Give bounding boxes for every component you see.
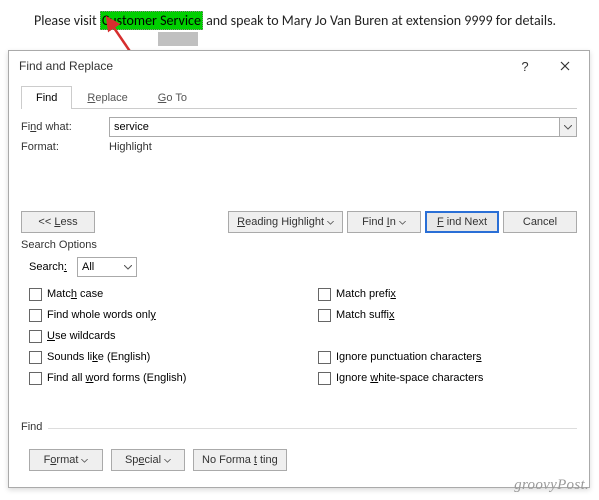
ignore-white-option: Ignore white-space characters — [318, 369, 577, 387]
cancel-button[interactable]: Cancel — [503, 211, 577, 233]
doc-before: Please visit — [34, 12, 97, 29]
sounds-like-checkbox[interactable] — [29, 351, 42, 364]
dialog-title: Find and Replace — [19, 59, 505, 73]
all-forms-checkbox[interactable] — [29, 372, 42, 385]
tab-find[interactable]: Find — [21, 86, 72, 109]
dialog-titlebar: Find and Replace ? — [9, 51, 589, 81]
ignore-punct-option: Ignore punctuation characters — [318, 348, 577, 366]
find-what-label: Find what: — [21, 121, 109, 133]
special-button[interactable]: Special — [111, 449, 185, 471]
reading-highlight-button[interactable]: Reading Highlight — [228, 211, 343, 233]
sounds-like-option: Sounds like (English) — [29, 348, 288, 366]
find-what-combo — [109, 117, 577, 137]
doc-after: and speak to Mary Jo Van Buren at extens… — [203, 12, 556, 29]
search-options-title: Search Options — [21, 239, 577, 251]
match-suffix-option: Match suffix — [318, 306, 577, 324]
find-what-dropdown[interactable] — [559, 117, 577, 137]
tab-goto[interactable]: Go To — [143, 86, 202, 109]
close-icon — [560, 61, 570, 71]
find-what-input[interactable] — [109, 117, 559, 137]
spacer-row — [318, 327, 577, 345]
format-row: Format: Highlight — [21, 141, 577, 153]
find-in-button[interactable]: Find In — [347, 211, 421, 233]
chevron-down-icon — [164, 459, 171, 463]
tab-replace[interactable]: Replace — [72, 86, 142, 109]
find-section: Find Format Special No Formatting — [21, 428, 577, 471]
help-button[interactable]: ? — [505, 52, 545, 80]
chevron-down-icon — [327, 221, 334, 225]
search-direction-select[interactable]: All — [77, 257, 137, 277]
format-button[interactable]: Format — [29, 449, 103, 471]
chevron-down-icon — [124, 265, 132, 270]
match-prefix-checkbox[interactable] — [318, 288, 331, 301]
doc-highlighted: Customer Service — [100, 11, 203, 30]
chevron-down-icon — [399, 221, 406, 225]
wildcards-label: Use wildcards — [47, 330, 115, 342]
match-case-label: Match case — [47, 288, 103, 300]
match-case-checkbox[interactable] — [29, 288, 42, 301]
format-value: Highlight — [109, 141, 152, 153]
match-suffix-label: Match suffix — [336, 309, 395, 321]
search-direction-value: All — [82, 261, 120, 273]
tab-strip: Find Replace Go To — [21, 85, 577, 109]
whole-words-checkbox[interactable] — [29, 309, 42, 322]
format-label: Format: — [21, 141, 109, 153]
match-suffix-checkbox[interactable] — [318, 309, 331, 322]
wildcards-checkbox[interactable] — [29, 330, 42, 343]
ignore-punct-label: Ignore punctuation characters — [336, 351, 482, 363]
find-section-buttons: Format Special No Formatting — [29, 449, 577, 471]
whole-words-option: Find whole words only — [29, 306, 288, 324]
ignore-white-label: Ignore white-space characters — [336, 372, 483, 384]
wildcards-option: Use wildcards — [29, 327, 288, 345]
sounds-like-label: Sounds like (English) — [47, 351, 150, 363]
match-prefix-option: Match prefix — [318, 285, 577, 303]
no-formatting-button[interactable]: No Formatting — [193, 449, 287, 471]
chevron-down-icon — [81, 459, 88, 463]
less-button[interactable]: << Less — [21, 211, 95, 233]
find-replace-dialog: Find and Replace ? Find Replace Go To Fi… — [8, 50, 590, 488]
options-grid: Match case Find whole words only Use wil… — [21, 285, 577, 390]
ignore-white-checkbox[interactable] — [318, 372, 331, 385]
all-forms-option: Find all word forms (English) — [29, 369, 288, 387]
search-direction-label: Search: — [29, 261, 77, 273]
selection-indicator — [158, 32, 198, 46]
whole-words-label: Find whole words only — [47, 309, 156, 321]
document-text: Please visit Customer Service and speak … — [34, 12, 556, 29]
match-prefix-label: Match prefix — [336, 288, 396, 300]
close-button[interactable] — [545, 52, 585, 80]
match-case-option: Match case — [29, 285, 288, 303]
chevron-down-icon — [564, 125, 572, 130]
all-forms-label: Find all word forms (English) — [47, 372, 186, 384]
find-next-button[interactable]: Find Next — [425, 211, 499, 233]
attribution: groovyPost. — [514, 477, 589, 494]
find-section-title: Find — [21, 421, 48, 433]
ignore-punct-checkbox[interactable] — [318, 351, 331, 364]
search-direction-row: Search: All — [29, 257, 577, 277]
main-button-row: << Less Reading Highlight Find In Find N… — [21, 211, 577, 233]
find-what-row: Find what: — [21, 117, 577, 137]
